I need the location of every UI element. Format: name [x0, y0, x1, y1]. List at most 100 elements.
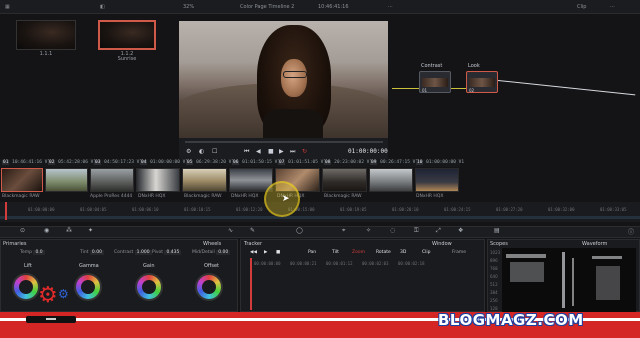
- param-tint[interactable]: Tint 0.00: [80, 250, 104, 255]
- clip-thumb-2[interactable]: [45, 168, 88, 192]
- node-link-wire: [450, 88, 466, 89]
- skip-end-icon[interactable]: ⏭: [290, 148, 295, 156]
- ruler-tick-label: 01:00:12:20: [236, 207, 263, 212]
- scope-scale-3: 768: [490, 266, 498, 271]
- clip-thumb-4[interactable]: [136, 168, 180, 192]
- node-graph-icon[interactable]: ⋯: [388, 4, 393, 10]
- color-wheels-icon[interactable]: ◉: [44, 227, 49, 234]
- node-2-number: 02: [469, 88, 475, 93]
- clip-label-2: Apple ProRes 4444: [90, 194, 133, 199]
- node-look[interactable]: 02: [466, 71, 498, 93]
- highlight-icon[interactable]: ☐: [212, 148, 217, 155]
- key-icon[interactable]: ⚿: [414, 227, 419, 235]
- offset-wheel[interactable]: [195, 273, 223, 301]
- clip-header-4[interactable]: 04 01:00:00:00 V1: [140, 160, 188, 165]
- timeline-title[interactable]: Color Page Timeline 2: [240, 4, 294, 10]
- tracker-pan[interactable]: Pan: [308, 250, 316, 255]
- still-label-1: 1.1.1: [39, 51, 53, 57]
- primaries-mode[interactable]: Wheels: [203, 241, 221, 247]
- clip-thumb-5[interactable]: [182, 168, 227, 192]
- viewer-options-icon[interactable]: ⚙: [186, 148, 191, 155]
- ruler-tick-label: 01:00:00:00: [28, 207, 55, 212]
- node-contrast[interactable]: 01: [419, 71, 451, 93]
- clip-header-7[interactable]: 07 01:01:51:05 V1: [278, 160, 326, 165]
- clip-thumb-10[interactable]: [415, 168, 459, 192]
- tracker-tc-1: 00:00:00:00: [254, 261, 281, 266]
- tracker-clip[interactable]: Clip: [422, 250, 431, 255]
- param-pivot[interactable]: Pivot 0.435: [152, 250, 182, 255]
- wipe-icon[interactable]: ◐: [199, 148, 204, 155]
- info-icon[interactable]: ⓘ: [628, 227, 634, 236]
- clip-thumb-3[interactable]: [90, 168, 134, 192]
- clip-thumb-1[interactable]: [1, 168, 43, 192]
- tracker-frame[interactable]: Frame: [452, 250, 466, 255]
- clip-thumb-8[interactable]: [322, 168, 367, 192]
- lift-label: Lift: [24, 263, 32, 269]
- clip-header-8[interactable]: 08 20:23:00:02 V1: [324, 160, 372, 165]
- options-icon[interactable]: ⋯: [610, 4, 615, 10]
- clip-label-1: Blackmagic RAW: [2, 194, 40, 199]
- motion-effects-icon[interactable]: ✦: [88, 227, 93, 234]
- gallery-still-2[interactable]: [98, 20, 156, 50]
- clip-label-5: DNxHR HQX: [231, 194, 259, 199]
- track-stop-icon[interactable]: ■: [276, 250, 280, 255]
- gallery-icon[interactable]: ▦: [5, 4, 10, 10]
- top-bar: 32% Color Page Timeline 2 10:46:41:16 Cl…: [0, 0, 640, 14]
- lift-wheel[interactable]: [12, 273, 40, 301]
- param-contrast[interactable]: Contrast 1.000: [114, 250, 152, 255]
- param-temp[interactable]: Temp 0.0: [20, 250, 45, 255]
- zoom-level[interactable]: 32%: [183, 4, 194, 10]
- mouse-cursor-icon: ➤: [282, 194, 290, 204]
- viewer-scrubber[interactable]: [185, 141, 383, 143]
- power-window-icon[interactable]: ◯: [296, 227, 303, 234]
- sizing-icon[interactable]: ⤢: [436, 227, 441, 235]
- clip-header-9[interactable]: 09 00:26:47:15 V1: [370, 160, 418, 165]
- clip-thumb-9[interactable]: [369, 168, 413, 192]
- play-icon[interactable]: ▶: [279, 148, 284, 155]
- track-forward-icon[interactable]: ▶: [264, 250, 267, 255]
- playhead[interactable]: [5, 202, 7, 220]
- node-1-label: Contrast: [421, 63, 443, 69]
- viewer-timecode: 01:00:00:00: [348, 148, 388, 155]
- track-backward-icon[interactable]: ◀◀: [250, 250, 257, 255]
- gain-label: Gain: [143, 263, 155, 269]
- tracker-tc-2: 00:00:00:21: [290, 261, 317, 266]
- mini-timeline[interactable]: [0, 202, 640, 222]
- gain-wheel[interactable]: [135, 273, 163, 301]
- scopes-toggle-icon[interactable]: ▤: [494, 227, 500, 234]
- tracker-icon[interactable]: ⌖: [342, 227, 345, 235]
- tracker-tilt[interactable]: Tilt: [332, 250, 339, 255]
- stop-icon[interactable]: ■: [268, 148, 274, 155]
- watermark-text: BLOGMAGZ.COM: [438, 311, 584, 329]
- clip-header-1[interactable]: 01 10:46:41:16 V1: [2, 160, 50, 165]
- gallery-still-1[interactable]: [16, 20, 76, 50]
- blur-icon[interactable]: ◌: [390, 227, 395, 234]
- clip-header-6[interactable]: 06 01:01:50:15 V1: [232, 160, 280, 165]
- curves-icon[interactable]: ∿: [228, 227, 233, 234]
- mini-timeline-track[interactable]: [0, 216, 640, 219]
- qualifier-icon[interactable]: ✎: [250, 227, 255, 234]
- clip-header-3[interactable]: 03 04:50:17:23 V1: [94, 160, 142, 165]
- clip-header-2[interactable]: 02 05:42:28:06 V1: [48, 160, 96, 165]
- tracker-zoom[interactable]: Zoom: [352, 250, 365, 255]
- param-mid-detail[interactable]: Mid/Detail 0.00: [192, 250, 231, 255]
- scopes-mode[interactable]: Waveform: [582, 241, 607, 247]
- step-back-icon[interactable]: ◀: [256, 148, 261, 155]
- tracker-mode[interactable]: Window: [432, 241, 452, 247]
- clip-menu[interactable]: Clip: [577, 4, 586, 10]
- magic-mask-icon[interactable]: ✧: [366, 227, 371, 234]
- viewer-image[interactable]: [179, 21, 388, 138]
- tracker-playhead[interactable]: [250, 258, 252, 310]
- tracker-3d[interactable]: 3D: [400, 250, 406, 255]
- gamma-wheel[interactable]: [74, 273, 102, 301]
- clip-header-10[interactable]: 10 01:00:00:00 V1: [416, 160, 464, 165]
- camera-raw-icon[interactable]: ⊙: [20, 227, 25, 234]
- clip-header-5[interactable]: 05 06:29:38:20 V1: [186, 160, 234, 165]
- skip-start-icon[interactable]: ⏮: [244, 148, 249, 156]
- loop-icon[interactable]: ↻: [302, 148, 307, 155]
- rgb-mixer-icon[interactable]: ⁂: [66, 227, 72, 234]
- palette-toolbar: [0, 226, 640, 238]
- 3d-icon[interactable]: ❖: [458, 227, 463, 234]
- lut-icon[interactable]: ◧: [100, 4, 105, 10]
- tracker-rotate[interactable]: Rotate: [376, 250, 391, 255]
